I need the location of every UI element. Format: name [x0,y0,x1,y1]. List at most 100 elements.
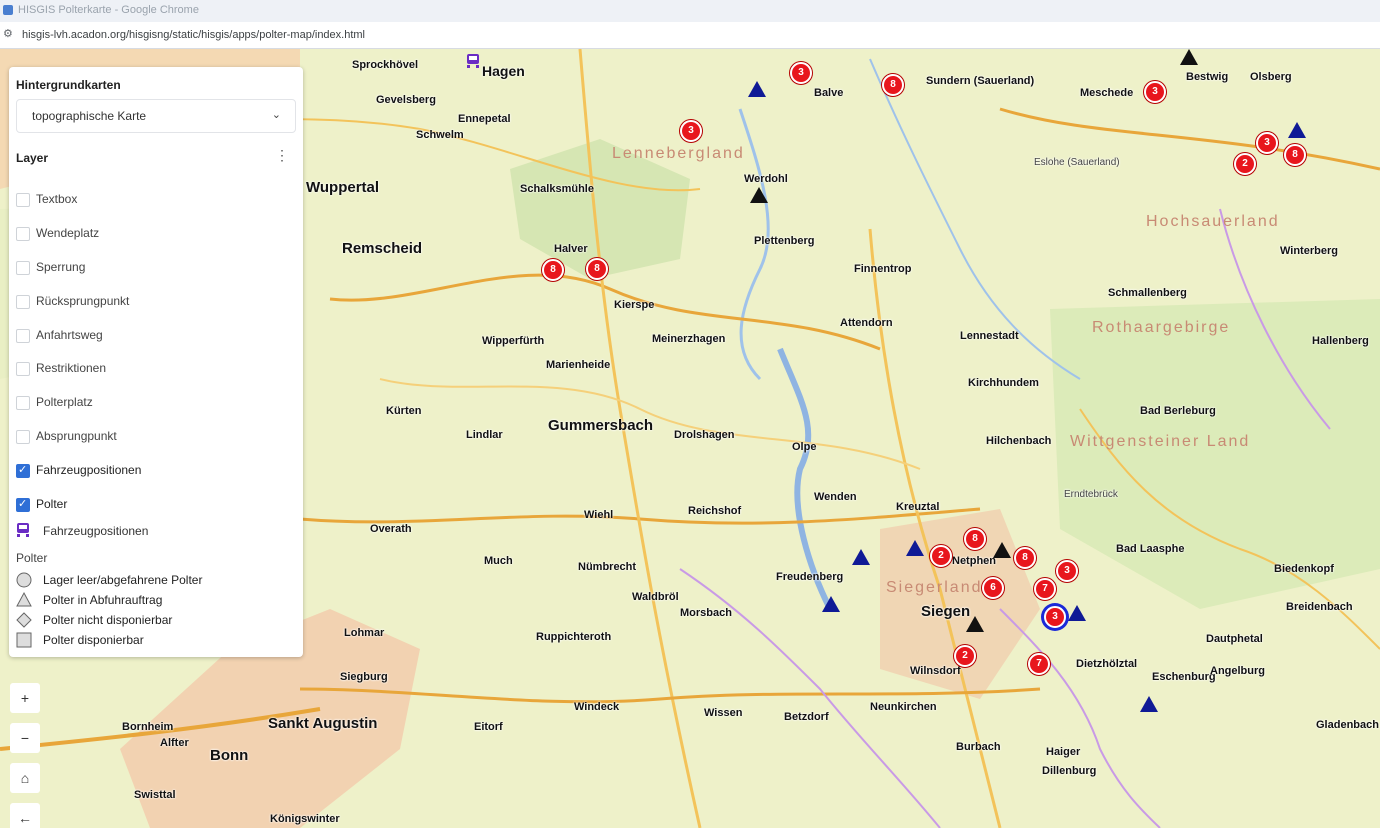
address-bar[interactable]: ⚙ hisgis-lvh.acadon.org/hisgisng/static/… [0,22,1380,49]
town-label: Dillenburg [1042,765,1097,777]
polter-count-marker[interactable]: 6 [982,577,1004,599]
polter-triangle-marker[interactable] [906,540,924,556]
polter-triangle-marker[interactable] [993,542,1011,558]
app-favicon-icon [3,5,13,15]
layer-heading: Layer [16,151,49,165]
polter-count-marker[interactable]: 3 [1256,132,1278,154]
polter-triangle-marker[interactable] [852,549,870,565]
town-label: Hallenberg [1312,335,1369,347]
town-label: Halver [554,243,588,255]
basemap-select-value: topographische Karte [32,109,147,123]
layer-label: Wendeplatz [36,226,100,240]
zoom-out-button[interactable]: − [10,723,40,753]
vehicle-position-icon[interactable] [466,53,480,69]
layer-checkbox[interactable] [16,295,30,309]
polter-count-marker[interactable]: 3 [680,120,702,142]
polter-triangle-marker[interactable] [966,616,984,632]
layer-checkbox[interactable] [16,329,30,343]
town-label: Wiehl [584,509,614,521]
layer-checkbox[interactable] [16,362,30,376]
town-label: Swisttal [134,789,176,801]
town-label: Wenden [814,491,857,503]
polter-count-marker[interactable]: 2 [1234,153,1256,175]
layer-label: Fahrzeugpositionen [36,463,142,477]
polter-triangle-marker[interactable] [822,596,840,612]
town-label: Biedenkopf [1274,563,1334,575]
town-label: Ruppichteroth [536,631,612,643]
polter-triangle-marker[interactable] [1288,122,1306,138]
browser-titlebar: HISGIS Polterkarte - Google Chrome [0,0,1380,23]
site-settings-icon[interactable]: ⚙ [3,28,15,40]
layer-checkbox-checked[interactable] [16,463,30,478]
layer-checkbox[interactable] [16,261,30,275]
legend-label: Polter disponierbar [43,633,144,647]
polter-count-marker[interactable]: 8 [1014,547,1036,569]
town-label: Freudenberg [776,571,844,583]
polter-triangle-marker[interactable] [1180,49,1198,65]
legend-vehicle-label: Fahrzeugpositionen [43,524,149,538]
town-label: Meinerzhagen [652,333,726,345]
town-label: Schmallenberg [1108,287,1187,299]
url-text[interactable]: hisgis-lvh.acadon.org/hisgisng/static/hi… [22,29,365,41]
polter-triangle-marker[interactable] [748,81,766,97]
chevron-down-icon: ⌄ [271,109,281,121]
polter-count-marker[interactable]: 7 [1034,578,1056,600]
back-button[interactable]: ← [10,803,40,828]
layer-checkbox-checked[interactable] [16,497,30,512]
polter-count-marker[interactable]: 3 [1056,560,1078,582]
town-label: Marienheide [546,359,611,371]
polter-count-marker-selected[interactable]: 3 [1044,606,1066,628]
town-label: Wissen [704,707,743,719]
city-label: Siegen [921,603,971,620]
polter-count-marker[interactable]: 8 [542,259,564,281]
region-label: Siegerland [886,579,983,596]
home-button[interactable]: ⌂ [10,763,40,793]
zoom-in-button[interactable]: + [10,683,40,713]
polter-count-marker[interactable]: 8 [964,528,986,550]
town-label: Burbach [956,741,1001,753]
layer-checkbox[interactable] [16,430,30,444]
town-label: Haiger [1046,746,1081,758]
town-label: Olsberg [1250,71,1292,83]
town-label: Betzdorf [784,711,829,723]
polter-count-marker[interactable]: 8 [882,74,904,96]
town-label: Windeck [574,701,620,713]
town-label: Erndtebrück [1064,489,1118,500]
town-label: Reichshof [688,505,742,517]
polter-count-marker[interactable]: 2 [954,645,976,667]
town-label: Netphen [952,555,996,567]
square-icon [16,632,32,648]
town-label: Schwelm [416,129,464,141]
layer-checkbox[interactable] [16,396,30,410]
polter-count-marker[interactable]: 3 [1144,81,1166,103]
basemap-select[interactable]: topographische Karte ⌄ [16,99,296,133]
polter-count-marker[interactable]: 8 [1284,144,1306,166]
basemap-heading: Hintergrundkarten [16,78,121,92]
town-label: Ennepetal [458,113,511,125]
town-label: Alfter [160,737,189,749]
polter-triangle-marker[interactable] [1140,696,1158,712]
town-label: Lennestadt [960,330,1019,342]
town-label: Overath [370,523,412,535]
legend-label: Polter nicht disponierbar [43,613,173,627]
town-label: Gladenbach [1316,719,1379,731]
polter-triangle-marker[interactable] [750,187,768,203]
polter-count-marker[interactable]: 8 [586,258,608,280]
more-options-icon[interactable]: ⋮ [275,147,289,164]
polter-count-marker[interactable]: 7 [1028,653,1050,675]
polter-triangle-marker[interactable] [1068,605,1086,621]
polter-count-marker[interactable]: 2 [930,545,952,567]
region-label: Lennebergland [612,145,745,162]
town-label: Eitorf [474,721,503,733]
town-label: Werdohl [744,173,788,185]
town-label: Bad Laasphe [1116,543,1185,555]
town-label: Winterberg [1280,245,1338,257]
layer-checkbox[interactable] [16,227,30,241]
town-label: Nümbrecht [578,561,637,573]
town-label: Bad Berleburg [1140,405,1216,417]
town-label: Bornheim [122,721,174,733]
town-label: Plettenberg [754,235,815,247]
town-label: Schalksmühle [520,183,594,195]
polter-count-marker[interactable]: 3 [790,62,812,84]
layer-checkbox[interactable] [16,193,30,207]
